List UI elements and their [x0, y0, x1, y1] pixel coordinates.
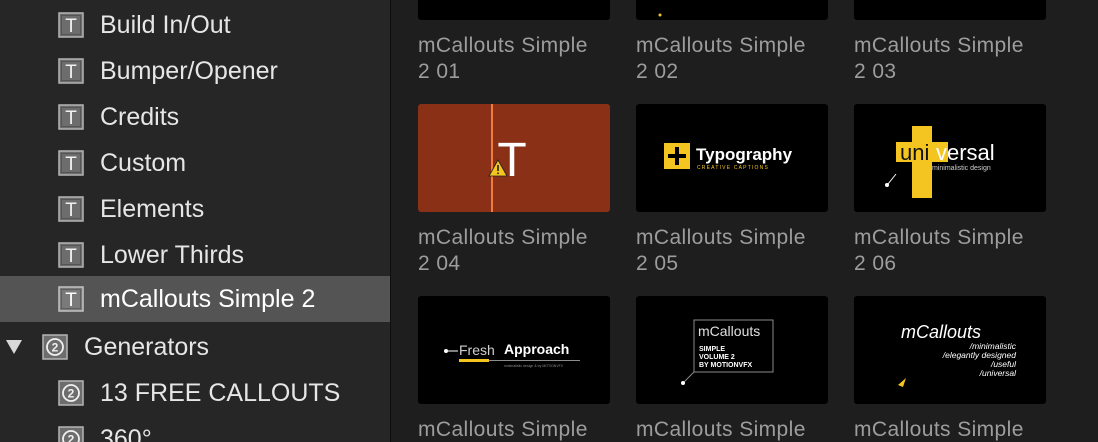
svg-text:SIMPLE: SIMPLE — [699, 346, 725, 353]
effect-thumbnail[interactable]: T — [418, 104, 610, 212]
effect-thumbnail[interactable]: Typography CREATIVE CAPTIONS — [636, 104, 828, 212]
effect-caption: mCallouts Simple 2 01 — [418, 34, 588, 83]
svg-text:uni: uni — [900, 140, 929, 165]
effect-thumbnail[interactable]: Fresh Approach minimalistic design & by … — [418, 296, 610, 404]
svg-text:/universal: /universal — [979, 368, 1017, 378]
svg-text:BY MOTIONVFX: BY MOTIONVFX — [699, 362, 752, 369]
sidebar-item-label: Lower Thirds — [100, 241, 245, 269]
generator-icon: 2 — [58, 426, 84, 442]
svg-text:T: T — [65, 62, 77, 83]
sidebar-item-lower-thirds[interactable]: T Lower Thirds — [0, 232, 390, 278]
sidebar-item-credits[interactable]: T Credits — [0, 94, 390, 140]
effect-caption: mCallouts Simple — [636, 418, 806, 441]
svg-text:T: T — [65, 246, 77, 267]
effect-thumbnail[interactable] — [418, 0, 610, 20]
svg-text:T: T — [65, 108, 77, 129]
effect-thumbnail[interactable] — [636, 0, 828, 20]
sidebar-item-label: mCallouts Simple 2 — [100, 285, 316, 313]
effect-caption: mCallouts Simple 2 05 — [636, 226, 806, 275]
title-icon: T — [58, 286, 84, 312]
sidebar-item-label: Custom — [100, 149, 187, 177]
svg-text:CREATIVE CAPTIONS: CREATIVE CAPTIONS — [697, 165, 769, 171]
effect-caption: mCallouts Simple — [854, 418, 1024, 441]
svg-text:minimalistic design & by MOTIO: minimalistic design & by MOTIONVFX — [504, 364, 564, 368]
sidebar-item-label: Credits — [100, 103, 180, 131]
sidebar-item-label: Elements — [100, 195, 205, 223]
generator-icon: 2 — [58, 380, 84, 406]
effect-caption: mCallouts Simple 2 03 — [854, 34, 1024, 83]
title-icon: T — [58, 196, 84, 222]
effect-caption: mCallouts Simple 2 06 — [854, 226, 1024, 275]
svg-text:T: T — [65, 154, 77, 175]
svg-text:Fresh: Fresh — [459, 342, 495, 358]
svg-text:Approach: Approach — [504, 341, 569, 357]
effects-browser: mCallouts Simple 2 01 mCallouts Simple 2… — [391, 0, 1098, 442]
effect-thumbnail[interactable] — [854, 0, 1046, 20]
sidebar-item-generators[interactable]: 2 Generators — [0, 324, 390, 370]
effect-caption: mCallouts Simple 2 02 — [636, 34, 806, 83]
title-icon: T — [58, 150, 84, 176]
svg-text:T: T — [65, 200, 77, 221]
sidebar-item-custom[interactable]: T Custom — [0, 140, 390, 186]
effect-thumbnail[interactable]: uni versal minimalistic design — [854, 104, 1046, 212]
svg-text:2: 2 — [52, 341, 59, 355]
svg-text:mCallouts: mCallouts — [901, 322, 981, 342]
sidebar: T Build In/Out T Bumper/Opener T Credits… — [0, 0, 390, 442]
effect-caption: mCallouts Simple 2 04 — [418, 226, 588, 275]
svg-text:mCallouts: mCallouts — [698, 323, 760, 339]
svg-text:T: T — [65, 16, 77, 37]
svg-text:Typography: Typography — [696, 145, 793, 164]
sidebar-item-elements[interactable]: T Elements — [0, 186, 390, 232]
svg-text:VOLUME 2: VOLUME 2 — [699, 354, 735, 361]
svg-text:2: 2 — [68, 387, 75, 401]
title-glyph: T — [497, 134, 526, 187]
sidebar-item-build-in-out[interactable]: T Build In/Out — [0, 2, 390, 48]
skimmer-playhead[interactable] — [491, 104, 493, 212]
effect-thumbnail[interactable]: mCallouts /minimalistic /elegantly desig… — [854, 296, 1046, 404]
sidebar-item-bumper-opener[interactable]: T Bumper/Opener — [0, 48, 390, 94]
svg-text:versal: versal — [936, 140, 995, 165]
sidebar-item-360[interactable]: 2 360° — [0, 416, 390, 442]
title-icon: T — [58, 12, 84, 38]
effect-thumbnail[interactable]: mCallouts SIMPLE VOLUME 2 BY MOTIONVFX — [636, 296, 828, 404]
svg-text:T: T — [65, 290, 77, 311]
sidebar-item-label: 13 FREE CALLOUTS — [100, 379, 341, 407]
svg-text:minimalistic design: minimalistic design — [932, 165, 991, 172]
sidebar-item-label: Generators — [84, 333, 210, 361]
effect-caption: mCallouts Simple — [418, 418, 588, 441]
disclosure-triangle-icon[interactable] — [6, 340, 22, 359]
sidebar-item-13-free-callouts[interactable]: 2 13 FREE CALLOUTS — [0, 370, 390, 416]
sidebar-item-mcallouts-simple-2[interactable]: T mCallouts Simple 2 — [0, 276, 390, 322]
sidebar-item-label: Bumper/Opener — [100, 57, 278, 85]
title-icon: T — [58, 58, 84, 84]
generator-icon: 2 — [42, 334, 68, 360]
title-icon: T — [58, 104, 84, 130]
sidebar-item-label: 360° — [100, 425, 152, 442]
sidebar-item-label: Build In/Out — [100, 11, 231, 39]
svg-text:2: 2 — [68, 433, 75, 442]
title-icon: T — [58, 242, 84, 268]
